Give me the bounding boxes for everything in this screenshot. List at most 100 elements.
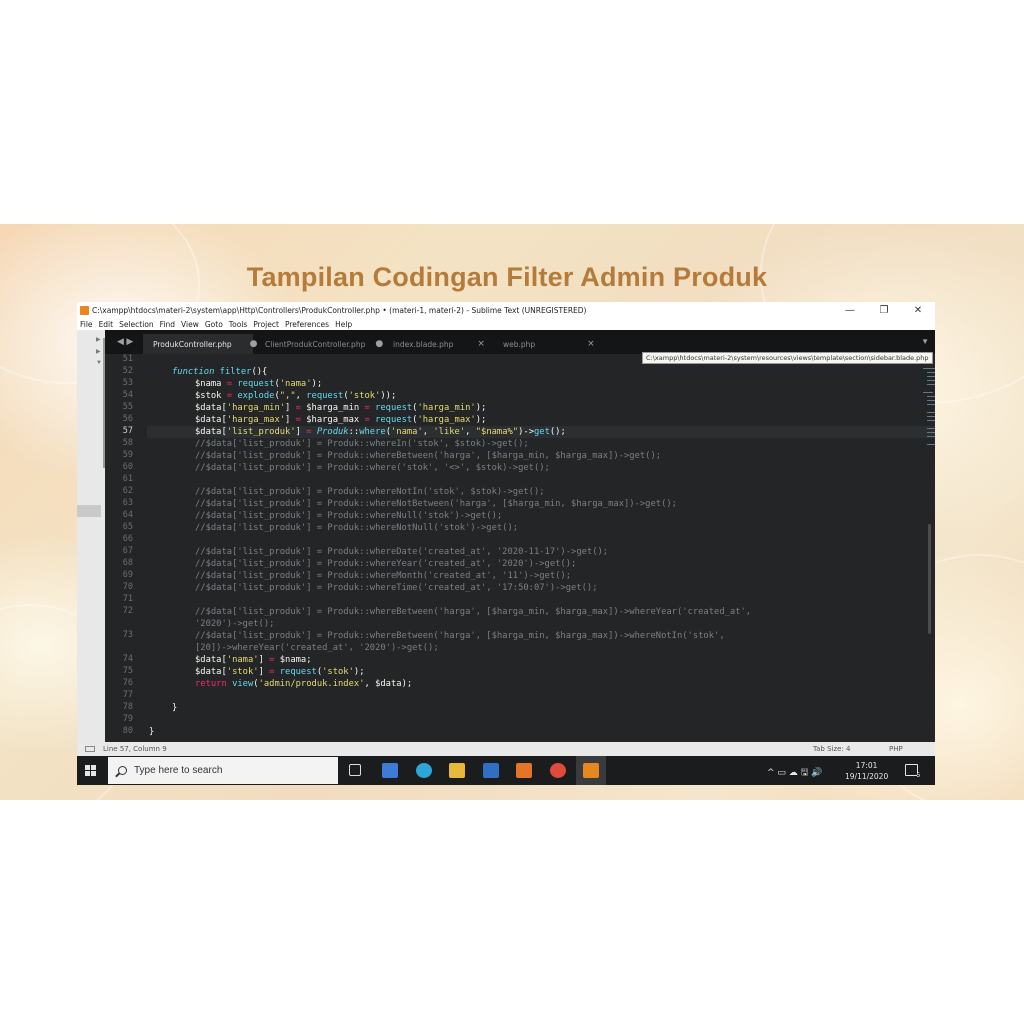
code-token: = <box>226 379 233 389</box>
comment-line: //$data['list_produk'] = Produk::whereNo… <box>195 487 545 497</box>
code-line: $data['stok'] = request('stok'); <box>195 667 365 677</box>
line-number: 52 <box>122 366 133 376</box>
line-number: 78 <box>122 702 133 712</box>
code-token: $data <box>195 667 222 677</box>
minimap[interactable] <box>905 364 935 464</box>
mail-icon[interactable] <box>483 763 499 778</box>
code-line: $data['harga_min'] = $harga_min = reques… <box>195 403 487 413</box>
menu-file[interactable]: File <box>80 320 93 329</box>
line-number: 69 <box>122 570 133 580</box>
code-token: request <box>237 379 275 389</box>
line-number: 70 <box>122 582 133 592</box>
menu-edit[interactable]: Edit <box>99 320 114 329</box>
tab-index-blade[interactable]: index.blade.php × <box>383 334 485 354</box>
window-title: C:\xampp\htdocs\materi-2\system\app\Http… <box>92 305 587 315</box>
line-number: 53 <box>122 378 133 388</box>
syntax-indicator[interactable]: PHP <box>889 745 903 753</box>
taskbar-clock[interactable]: 17:01 19/11/2020 <box>845 760 888 782</box>
line-number: 60 <box>122 462 133 472</box>
code-token: 'harga_max' <box>417 415 476 425</box>
line-number: 51 <box>122 354 133 364</box>
close-tab-icon[interactable]: × <box>587 339 595 349</box>
folder-arrow-icon[interactable]: ▼ <box>96 360 102 366</box>
comment-line: //$data['list_produk'] = Produk::whereNu… <box>195 511 503 521</box>
menu-find[interactable]: Find <box>160 320 175 329</box>
xampp-icon[interactable] <box>516 763 532 778</box>
minimize-button[interactable]: — <box>833 305 867 316</box>
sidebar-selected-item[interactable] <box>77 505 101 517</box>
sublime-window: C:\xampp\htdocs\materi-2\system\app\Http… <box>77 302 935 785</box>
sublime-text-icon[interactable] <box>583 763 599 778</box>
line-number: 68 <box>122 558 133 568</box>
code-token: $data <box>375 679 402 689</box>
windows-start-icon[interactable] <box>85 765 97 777</box>
tab-produk-controller[interactable]: ProdukController.php ● <box>143 334 257 354</box>
tab-label: index.blade.php <box>393 339 454 349</box>
code-token: 'list_produk' <box>226 427 296 437</box>
code-token: 'like' <box>433 427 466 437</box>
task-view-icon[interactable] <box>349 764 361 776</box>
line-number: 67 <box>122 546 133 556</box>
code-token: request <box>279 667 317 677</box>
close-tab-icon[interactable]: × <box>477 339 485 349</box>
tab-web[interactable]: web.php × <box>493 334 605 354</box>
line-number: 63 <box>122 498 133 508</box>
code-token: 'harga_max' <box>226 415 286 425</box>
store-icon[interactable] <box>382 763 398 778</box>
status-bar: Line 57, Column 9 Tab Size: 4 PHP <box>77 742 935 756</box>
menu-selection[interactable]: Selection <box>119 320 154 329</box>
code-token: $nama <box>279 655 307 665</box>
taskbar-search-input[interactable]: Type here to search <box>108 757 338 784</box>
panel-toggle-icon[interactable] <box>85 746 95 752</box>
comment-line-wrap: '2020')->get(); <box>195 619 275 629</box>
line-number: 76 <box>122 678 133 688</box>
code-token: $stok <box>195 391 222 401</box>
editor-scrollbar[interactable] <box>928 524 931 634</box>
menu-project[interactable]: Project <box>253 320 279 329</box>
tab-client-produk-controller[interactable]: ClientProdukController.php ● <box>255 334 383 354</box>
search-placeholder: Type here to search <box>134 765 223 776</box>
menu-tools[interactable]: Tools <box>229 320 247 329</box>
code-token: view <box>232 679 254 689</box>
code-editor[interactable]: 51 52 53 54 55 56 57 58 59 60 61 62 63 6… <box>105 354 935 742</box>
comment-line: //$data['list_produk'] = Produk::whereIn… <box>195 439 529 449</box>
chrome-browser-icon[interactable] <box>550 763 566 778</box>
code-token: $data <box>195 403 222 413</box>
code-token: = <box>226 391 233 401</box>
folder-arrow-icon[interactable]: ▶ <box>96 336 101 343</box>
code-token: $data <box>195 655 222 665</box>
tab-label: web.php <box>503 339 536 349</box>
code-token: filter <box>219 367 252 377</box>
code-line: } <box>172 703 178 713</box>
search-icon <box>118 766 127 775</box>
tab-label: ProdukController.php <box>153 339 232 349</box>
comment-line: //$data['list_produk'] = Produk::whereNo… <box>195 499 677 509</box>
tab-size-indicator[interactable]: Tab Size: 4 <box>813 745 850 753</box>
close-button[interactable]: ✕ <box>901 305 935 316</box>
code-token: 'nama' <box>390 427 423 437</box>
code-line: return view('admin/produk.index', $data)… <box>195 679 413 689</box>
folder-arrow-icon[interactable]: ▶ <box>96 348 101 355</box>
menu-goto[interactable]: Goto <box>205 320 223 329</box>
code-line: function filter(){ <box>172 366 267 378</box>
windows-taskbar: Type here to search ^ ▭ ☁ 🖫 🔊 17:01 19/1… <box>77 756 935 785</box>
menu-view[interactable]: View <box>181 320 199 329</box>
line-number: 62 <box>122 486 133 496</box>
maximize-button[interactable]: ❐ <box>867 305 901 316</box>
system-tray[interactable]: ^ ▭ ☁ 🖫 🔊 <box>767 765 822 781</box>
comment-line: //$data['list_produk'] = Produk::whereMo… <box>195 571 572 581</box>
menu-preferences[interactable]: Preferences <box>285 320 329 329</box>
edge-browser-icon[interactable] <box>416 763 432 778</box>
clock-time: 17:01 <box>855 761 878 770</box>
tab-nav-arrows-icon[interactable]: ◀ ▶ <box>117 336 133 347</box>
line-number: 64 <box>122 510 133 520</box>
menu-help[interactable]: Help <box>335 320 352 329</box>
line-number: 55 <box>122 402 133 412</box>
file-explorer-icon[interactable] <box>449 763 465 778</box>
code-line: $data['nama'] = $nama; <box>195 655 312 665</box>
notification-icon[interactable]: 5 <box>905 764 920 779</box>
code-line: $nama = request('nama'); <box>195 379 323 389</box>
sublime-icon <box>80 305 89 315</box>
tab-menu-chevron-icon[interactable]: ▼ <box>921 337 929 346</box>
line-number: 59 <box>122 450 133 460</box>
